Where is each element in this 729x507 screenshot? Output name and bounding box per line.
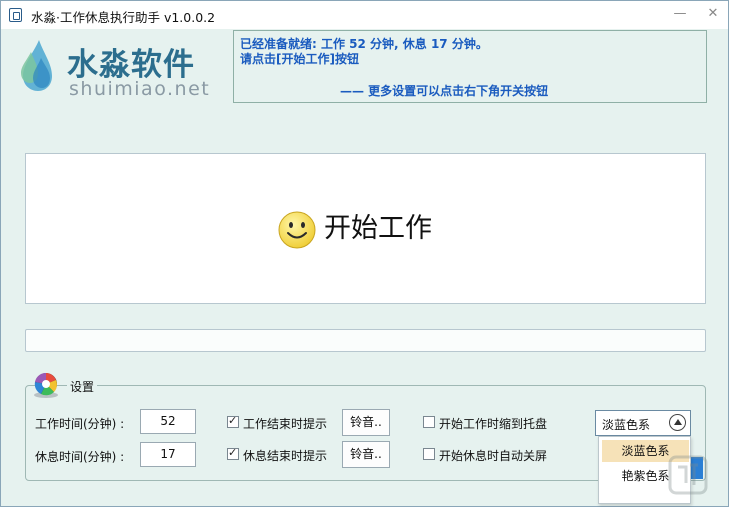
logo-english-text: shuimiao.net	[69, 78, 211, 100]
app-window: 水淼·工作休息执行助手 v1.0.0.2 — ✕ 水淼软件 shuimiao.n…	[0, 0, 729, 507]
title-bar[interactable]: 水淼·工作休息执行助手 v1.0.0.2 — ✕	[1, 1, 728, 29]
work-end-prompt-label[interactable]: 工作结束时提示	[243, 415, 327, 432]
auto-screen-off-label[interactable]: 开始休息时自动关屏	[439, 447, 547, 464]
app-icon	[9, 8, 22, 22]
status-instruction-text: 请点击[开始工作]按钮	[240, 52, 359, 66]
start-work-button[interactable]: 开始工作	[25, 153, 706, 304]
work-time-label: 工作时间(分钟) :	[35, 417, 125, 431]
status-notice-panel: 已经准备就绪: 工作 52 分钟, 休息 17 分钟。 请点击[开始工作]按钮 …	[233, 30, 707, 103]
rest-end-prompt-label[interactable]: 休息结束时提示	[243, 447, 327, 464]
window-title: 水淼·工作休息执行助手 v1.0.0.2	[31, 10, 216, 25]
rest-ringtone-button[interactable]: 铃音..	[342, 441, 390, 468]
color-wheel-icon	[34, 372, 58, 398]
start-work-label: 开始工作	[324, 213, 432, 244]
smiley-icon	[278, 211, 316, 249]
settings-legend: 设置	[67, 378, 98, 395]
theme-select[interactable]: 淡蓝色系	[595, 410, 691, 436]
progress-bar	[25, 329, 706, 352]
watermark-logo-icon	[668, 455, 708, 495]
chevron-up-icon[interactable]	[669, 414, 686, 431]
work-ringtone-button[interactable]: 铃音..	[342, 409, 390, 436]
water-drop-logo-icon	[21, 40, 52, 91]
work-end-prompt-checkbox[interactable]	[227, 414, 239, 428]
auto-screen-off-checkbox[interactable]	[423, 448, 435, 460]
minimize-to-tray-label[interactable]: 开始工作时缩到托盘	[439, 415, 547, 432]
rest-time-label: 休息时间(分钟) :	[35, 450, 125, 464]
theme-select-value: 淡蓝色系	[602, 418, 651, 432]
rest-time-input[interactable]: 17	[140, 442, 196, 467]
status-hint-text: —— 更多设置可以点击右下角开关按钮	[340, 84, 549, 98]
minimize-to-tray-checkbox[interactable]	[423, 416, 435, 428]
minimize-button[interactable]: —	[665, 1, 695, 27]
work-time-input[interactable]: 52	[140, 409, 196, 434]
close-button[interactable]: ✕	[698, 1, 728, 27]
rest-end-prompt-checkbox[interactable]	[227, 446, 239, 460]
brand-logo: 水淼软件 shuimiao.net	[15, 36, 220, 101]
